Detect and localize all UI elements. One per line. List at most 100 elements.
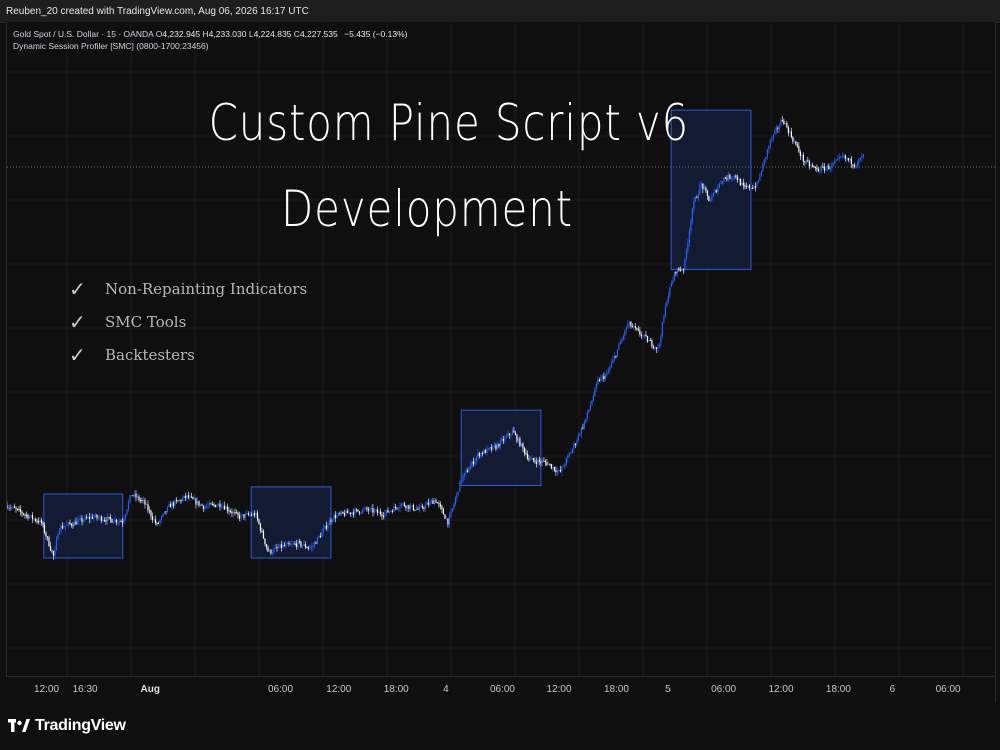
candle-body [541,460,544,463]
candle-body [831,163,833,169]
candle-body [199,504,202,506]
symbol-name: Gold Spot / U.S. Dollar · 15 · OANDA [13,29,154,39]
candle-body [364,507,367,509]
candle-body [501,438,503,441]
candle-body [735,175,737,178]
chart-pane[interactable]: Gold Spot / U.S. Dollar · 15 · OANDA O4,… [6,22,996,702]
candle-body [795,141,797,145]
candle-body [60,525,62,531]
headline-line-1: Custom Pine Script v6 [208,94,690,152]
candle-body [783,120,785,125]
candle-body [360,512,362,514]
candle-body [235,512,238,514]
candle-body [373,510,376,513]
candle-body [297,541,299,547]
candle-body [498,443,500,447]
candle-body [609,367,611,371]
feature-label: SMC Tools [105,312,187,331]
candle-body [270,549,272,554]
candle-body [805,160,807,163]
candle-body [352,512,355,515]
candle-body [583,421,586,428]
candle-body [166,506,169,512]
candle-body [361,509,364,513]
candle-body [37,521,40,523]
candle-body [703,187,705,190]
candle-body [399,506,401,509]
candle-body [102,520,104,522]
candle-body [594,388,596,396]
candle-body [295,543,298,547]
candle-body [499,440,502,447]
candle-body [73,521,76,526]
time-axis[interactable]: 12:00 16:30 Aug 06:00 12:00 18:00 4 06:00 12:00 1… [6,676,994,703]
candle-body [165,511,167,513]
candle-body [774,130,776,135]
candle-body [810,165,812,167]
candle-body [861,156,863,159]
candle-body [348,512,350,514]
candle-body [673,272,675,281]
candle-body [477,453,479,457]
candle-body [250,514,253,516]
candle-body [706,190,708,196]
candle-body [585,418,587,422]
candle-body [321,531,323,537]
candle-body [576,440,578,445]
candle-body [798,146,800,152]
candle-body [417,508,419,510]
candle-body [748,185,750,189]
candle-body [64,525,67,528]
candle-body [231,511,233,514]
candle-body [159,520,161,524]
tradingview-logo[interactable]: TradingView [0,717,126,735]
candle-body [429,501,431,505]
candle-body [472,461,475,465]
candle-body [316,537,319,544]
candle-body [279,544,281,548]
candle-body [702,183,704,190]
candle-body [618,344,620,350]
candle-body [438,502,440,505]
indicator-legend[interactable]: Dynamic Session Profiler [SMC] (0800-170… [13,40,407,52]
candle-body [540,461,542,463]
candle-body [133,493,136,496]
candle-body [705,187,707,191]
candle-body [171,502,173,508]
candle-body [13,506,16,508]
candle-body [481,452,484,454]
candle-body [448,516,451,525]
candle-body [375,509,377,511]
candle-body [46,536,49,538]
candle-body [84,517,86,521]
candle-body [708,195,710,202]
candle-body [547,463,550,465]
candle-body [658,343,660,347]
feature-item: ✓ Backtesters [69,338,307,371]
candle-body [15,507,17,509]
candle-body [409,505,412,509]
candle-body [729,174,731,179]
candle-body [622,336,624,339]
footer-bar: TradingView [0,702,1000,750]
candle-body [175,500,178,502]
candle-body [760,171,762,175]
candle-body [150,510,152,517]
candle-body [312,545,314,548]
candle-body [549,463,551,465]
candle-body [114,519,116,523]
candle-body [859,158,861,160]
candle-body [856,163,858,166]
candle-body [754,186,756,188]
candle-body [847,158,849,161]
candle-body [162,513,164,517]
candle-body [529,458,532,460]
candle-body [597,379,599,385]
candle-body [238,515,241,519]
candle-body [39,519,41,523]
candle-body [606,372,608,375]
time-tick-label: 5 [665,684,671,695]
candle-body [420,505,422,507]
candle-body [228,510,230,512]
candle-body [453,504,455,509]
